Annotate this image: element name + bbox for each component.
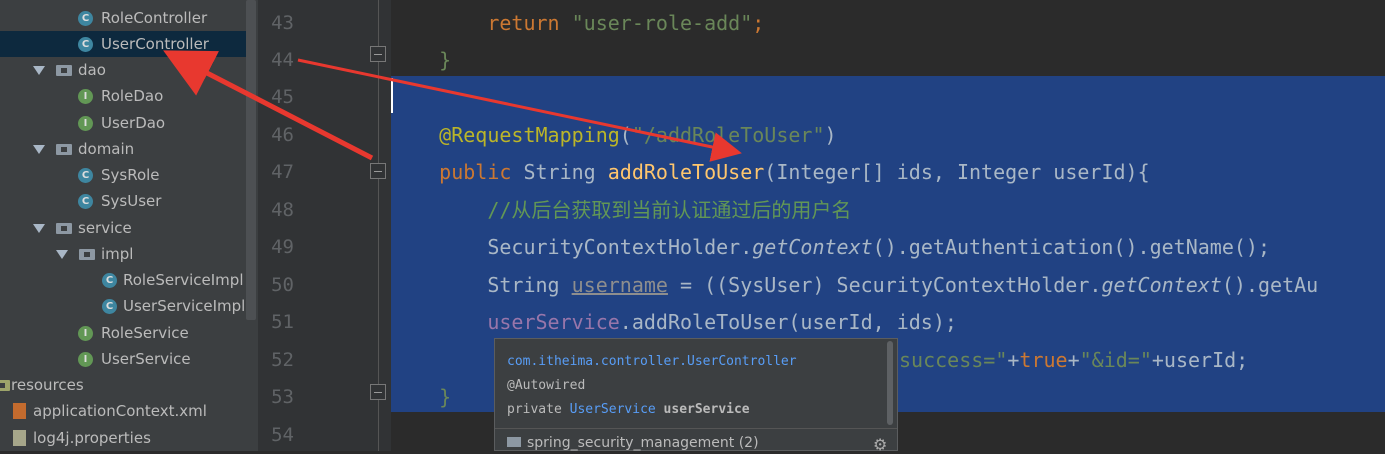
annotation-overlay — [163, 50, 742, 162]
annotation-arrow-to-method — [297, 58, 742, 162]
